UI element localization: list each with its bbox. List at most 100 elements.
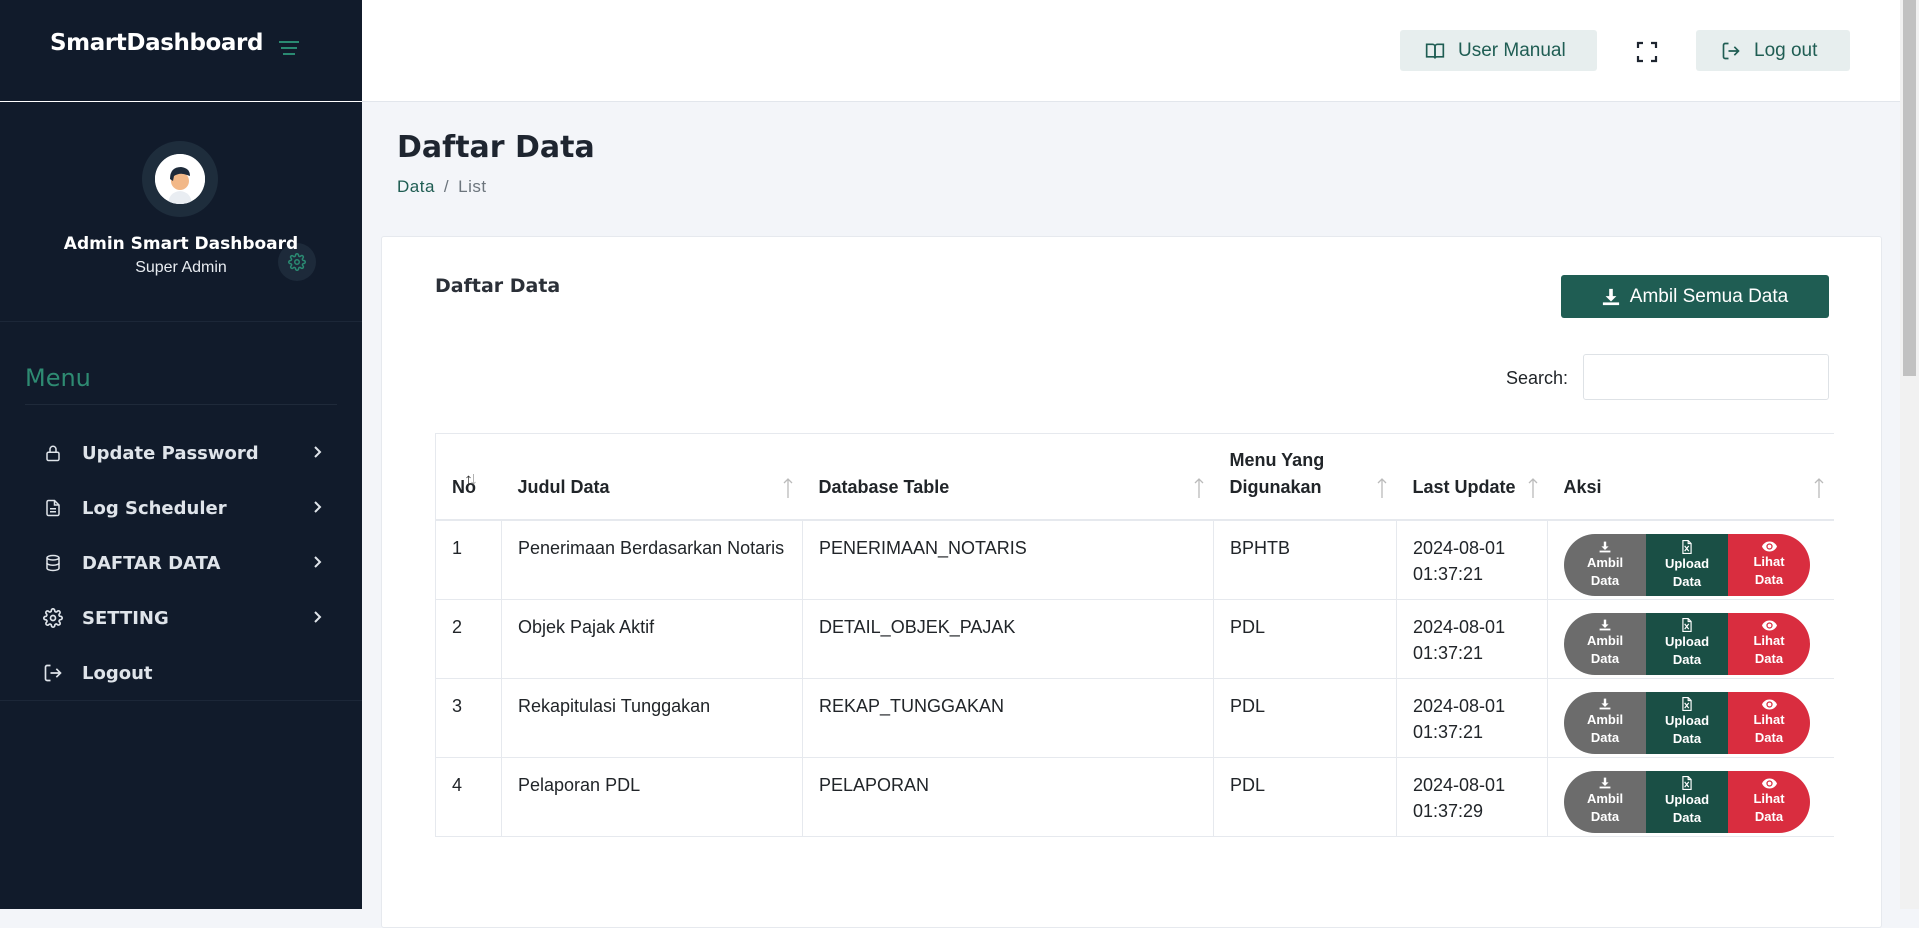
action-group: Ambil Data Upload Data Lihat Data [1564,691,1818,754]
download-icon [1599,541,1611,552]
cell-last-update: 2024-08-01 01:37:29 [1396,757,1548,837]
user-manual-button[interactable]: User Manual [1400,30,1597,71]
sidebar-item-setting[interactable]: SETTING [42,598,332,638]
cell-menu: PDL [1213,678,1397,758]
cell-db: PELAPORAN [802,757,1214,837]
col-header-label: Aksi [1563,477,1602,497]
action-label: Lihat [1753,632,1785,648]
sidebar-item-label: Log Scheduler [82,497,227,519]
action-label: Data [1754,808,1784,824]
col-header-aksi[interactable]: Aksi [1547,433,1834,521]
cell-db: PENERIMAAN_NOTARIS [802,520,1214,600]
action-label: Ambil [1586,791,1624,806]
fetch-data-button[interactable]: Ambil Data [1564,612,1646,675]
action-group: Ambil Data Upload Data Lihat Data [1564,612,1818,675]
sidebar-item-daftar-data[interactable]: DAFTAR DATA [42,543,332,583]
search-input[interactable] [1583,354,1829,400]
profile-panel [0,102,362,322]
data-card: Daftar Data Ambil Semua Data Search: No … [381,236,1882,928]
cell-date: 2024-08-01 [1413,695,1506,716]
chevron-right-icon [312,445,322,464]
cell-last-update: 2024-08-01 01:37:21 [1396,599,1548,679]
upload-data-button[interactable]: Upload Data [1646,612,1728,675]
download-icon [1599,619,1611,631]
profile-name: Admin Smart Dashboard [63,234,299,254]
brand-row: SmartDashboard [0,0,362,102]
cell-date: 2024-08-01 [1413,538,1506,558]
logout-icon [42,662,64,684]
cell-actions: Ambil Data Upload Data Lihat Data [1547,678,1834,758]
menu-heading: Menu [25,364,91,392]
upload-data-button[interactable]: Upload Data [1646,534,1728,596]
download-icon [1602,288,1620,306]
cell-actions: Ambil Data Upload Data Lihat Data [1547,599,1834,679]
view-data-button[interactable]: Lihat Data [1728,534,1810,596]
breadcrumb: Data / List [397,177,487,197]
action-label: Data [1590,572,1620,588]
sidebar-item-logout[interactable]: Logout [42,653,332,693]
cell-time: 01:37:21 [1413,564,1484,584]
fetch-data-button[interactable]: Ambil Data [1564,534,1646,596]
breadcrumb-link[interactable]: Data [397,177,435,196]
col-header-menu[interactable]: Menu Yang Digunakan [1213,433,1397,521]
col-header-judul[interactable]: Judul Data [501,433,803,521]
top-bar: User Manual Log out [362,0,1900,102]
eye-icon [1761,541,1777,552]
action-group: Ambil Data Upload Data Lihat Data [1564,534,1818,596]
action-label: Data [1754,572,1784,587]
cell-last-update: 2024-08-01 01:37:21 [1396,678,1548,758]
eye-icon [1761,699,1777,709]
action-label: Lihat [1753,790,1785,806]
lock-icon [42,442,64,464]
cell-no: 3 [435,678,502,758]
page-scrollbar-thumb[interactable] [1903,0,1916,376]
col-header-no[interactable]: No [435,433,502,521]
breadcrumb-current: List [458,177,487,196]
cell-time: 01:37:21 [1413,642,1484,663]
view-data-button[interactable]: Lihat Data [1728,691,1810,754]
table-row: 4 Pelaporan PDL PELAPORAN PDL 2024-08-01… [435,757,1834,837]
sidebar: SmartDashboard Admin Smart Dashboard Sup… [0,0,362,909]
database-icon [42,552,64,574]
action-label: Ambil [1586,554,1624,570]
cell-db: REKAP_TUNGGAKAN [802,678,1214,758]
upload-data-button[interactable]: Upload Data [1646,770,1728,833]
logout-icon [1720,41,1742,61]
logout-button[interactable]: Log out [1696,30,1850,71]
fetch-data-button[interactable]: Ambil Data [1564,691,1646,754]
cell-judul: Rekapitulasi Tunggakan [501,678,803,758]
download-icon [1599,698,1611,710]
breadcrumb-separator: / [443,177,450,196]
avatar [142,141,218,217]
view-data-button[interactable]: Lihat Data [1728,770,1810,833]
sidebar-item-update-password[interactable]: Update Password [42,433,332,473]
action-label: Data [1672,652,1702,667]
chevron-right-icon [312,555,322,574]
sort-arrow-icon [1194,478,1203,498]
cell-time: 01:37:21 [1413,721,1484,742]
action-label: Upload [1664,792,1710,807]
action-label: Upload [1664,555,1710,571]
menu-toggle-icon[interactable] [279,41,299,57]
cell-no: 2 [435,599,502,679]
col-header-label: Menu Yang [1229,450,1325,470]
col-header-db[interactable]: Database Table [802,433,1214,521]
sidebar-item-log-scheduler[interactable]: Log Scheduler [42,488,332,528]
view-data-button[interactable]: Lihat Data [1728,612,1810,675]
page-title: Daftar Data [397,130,595,165]
gear-icon [42,607,64,629]
upload-data-button[interactable]: Upload Data [1646,691,1728,754]
chevron-right-icon [312,500,322,519]
action-label: Ambil [1586,712,1624,727]
file-icon [42,497,64,519]
user-manual-label: User Manual [1458,39,1566,61]
book-icon [1424,41,1446,61]
fetch-all-data-button[interactable]: Ambil Semua Data [1561,275,1829,318]
fullscreen-icon[interactable] [1636,41,1658,63]
action-label: Ambil [1586,633,1624,648]
fetch-data-button[interactable]: Ambil Data [1564,770,1646,833]
brand-logo[interactable]: SmartDashboard [50,30,263,56]
download-icon [1599,777,1611,789]
col-header-last-update[interactable]: Last Update [1396,433,1548,521]
action-label: Data [1590,809,1620,824]
